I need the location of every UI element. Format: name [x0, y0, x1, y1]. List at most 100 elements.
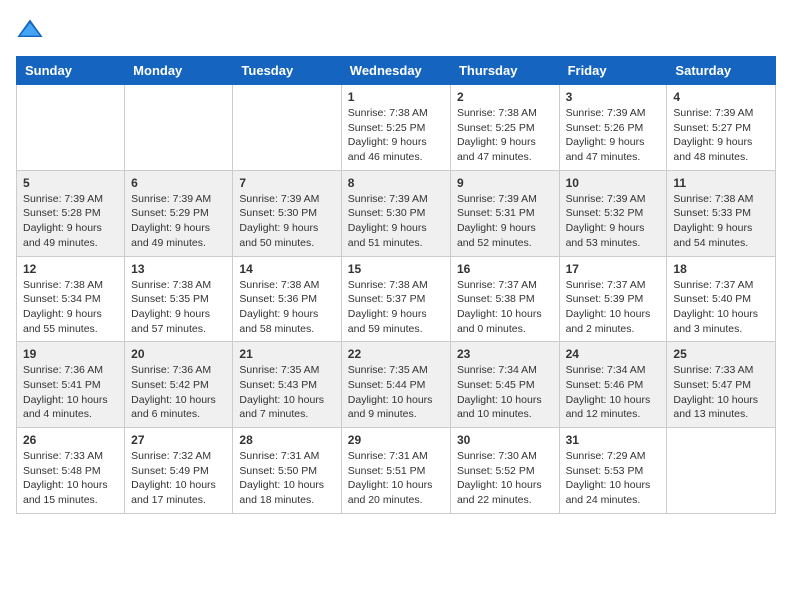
calendar-cell: 29 Sunrise: 7:31 AM Sunset: 5:51 PM Dayli…: [341, 428, 450, 514]
day-info: Sunrise: 7:35 AM Sunset: 5:43 PM Dayligh…: [239, 363, 334, 422]
day-info: Sunrise: 7:33 AM Sunset: 5:48 PM Dayligh…: [23, 449, 118, 508]
calendar-week-row: 5Sunrise: 7:39 AM Sunset: 5:28 PM Daylig…: [17, 170, 776, 256]
calendar-week-row: 19 Sunrise: 7:36 AM Sunset: 5:41 PM Dayli…: [17, 342, 776, 428]
day-number: 8: [348, 176, 444, 190]
calendar-cell: 28 Sunrise: 7:31 AM Sunset: 5:50 PM Dayli…: [233, 428, 341, 514]
day-number: 31: [566, 433, 661, 447]
calendar-cell: 13Sunrise: 7:38 AM Sunset: 5:35 PM Dayli…: [125, 256, 233, 342]
calendar-cell: 5Sunrise: 7:39 AM Sunset: 5:28 PM Daylig…: [17, 170, 125, 256]
day-info: Sunrise: 7:38 AM Sunset: 5:33 PM Dayligh…: [673, 192, 769, 251]
day-info: Sunrise: 7:36 AM Sunset: 5:41 PM Dayligh…: [23, 363, 118, 422]
day-info: Sunrise: 7:37 AM Sunset: 5:40 PM Dayligh…: [673, 278, 769, 337]
weekday-header: Saturday: [667, 57, 776, 85]
weekday-header: Monday: [125, 57, 233, 85]
calendar-cell: 21 Sunrise: 7:35 AM Sunset: 5:43 PM Dayli…: [233, 342, 341, 428]
day-info: Sunrise: 7:34 AM Sunset: 5:45 PM Dayligh…: [457, 363, 553, 422]
day-number: 21: [239, 347, 334, 361]
calendar-cell: 12Sunrise: 7:38 AM Sunset: 5:34 PM Dayli…: [17, 256, 125, 342]
day-number: 10: [566, 176, 661, 190]
calendar-cell: 24 Sunrise: 7:34 AM Sunset: 5:46 PM Dayli…: [559, 342, 667, 428]
day-info: Sunrise: 7:39 AM Sunset: 5:27 PM Dayligh…: [673, 106, 769, 165]
day-number: 13: [131, 262, 226, 276]
calendar-cell: 8 Sunrise: 7:39 AM Sunset: 5:30 PM Daylig…: [341, 170, 450, 256]
calendar-cell: 16 Sunrise: 7:37 AM Sunset: 5:38 PM Dayli…: [450, 256, 559, 342]
day-info: Sunrise: 7:35 AM Sunset: 5:44 PM Dayligh…: [348, 363, 444, 422]
calendar-cell: 6 Sunrise: 7:39 AM Sunset: 5:29 PM Daylig…: [125, 170, 233, 256]
day-info: Sunrise: 7:38 AM Sunset: 5:25 PM Dayligh…: [348, 106, 444, 165]
calendar-cell: 17 Sunrise: 7:37 AM Sunset: 5:39 PM Dayli…: [559, 256, 667, 342]
calendar-cell: 1Sunrise: 7:38 AM Sunset: 5:25 PM Daylig…: [341, 85, 450, 171]
day-number: 30: [457, 433, 553, 447]
day-number: 18: [673, 262, 769, 276]
day-info: Sunrise: 7:38 AM Sunset: 5:25 PM Dayligh…: [457, 106, 553, 165]
calendar-cell: 22 Sunrise: 7:35 AM Sunset: 5:44 PM Dayli…: [341, 342, 450, 428]
calendar-week-row: 26 Sunrise: 7:33 AM Sunset: 5:48 PM Dayli…: [17, 428, 776, 514]
calendar-cell: 4 Sunrise: 7:39 AM Sunset: 5:27 PM Daylig…: [667, 85, 776, 171]
day-info: Sunrise: 7:39 AM Sunset: 5:29 PM Dayligh…: [131, 192, 226, 251]
day-number: 26: [23, 433, 118, 447]
calendar-cell: 9 Sunrise: 7:39 AM Sunset: 5:31 PM Daylig…: [450, 170, 559, 256]
calendar-week-row: 1Sunrise: 7:38 AM Sunset: 5:25 PM Daylig…: [17, 85, 776, 171]
day-number: 22: [348, 347, 444, 361]
calendar-cell: [667, 428, 776, 514]
day-number: 7: [239, 176, 334, 190]
calendar-cell: 3 Sunrise: 7:39 AM Sunset: 5:26 PM Daylig…: [559, 85, 667, 171]
day-info: Sunrise: 7:39 AM Sunset: 5:30 PM Dayligh…: [239, 192, 334, 251]
day-number: 16: [457, 262, 553, 276]
day-info: Sunrise: 7:39 AM Sunset: 5:31 PM Dayligh…: [457, 192, 553, 251]
day-info: Sunrise: 7:30 AM Sunset: 5:52 PM Dayligh…: [457, 449, 553, 508]
day-number: 24: [566, 347, 661, 361]
day-info: Sunrise: 7:38 AM Sunset: 5:36 PM Dayligh…: [239, 278, 334, 337]
day-number: 27: [131, 433, 226, 447]
day-number: 6: [131, 176, 226, 190]
day-info: Sunrise: 7:31 AM Sunset: 5:50 PM Dayligh…: [239, 449, 334, 508]
day-number: 25: [673, 347, 769, 361]
weekday-header: Thursday: [450, 57, 559, 85]
calendar-cell: [233, 85, 341, 171]
day-number: 9: [457, 176, 553, 190]
day-number: 14: [239, 262, 334, 276]
day-number: 4: [673, 90, 769, 104]
day-info: Sunrise: 7:39 AM Sunset: 5:30 PM Dayligh…: [348, 192, 444, 251]
weekday-header: Sunday: [17, 57, 125, 85]
day-info: Sunrise: 7:37 AM Sunset: 5:39 PM Dayligh…: [566, 278, 661, 337]
page-header: [16, 16, 776, 44]
calendar-cell: 14 Sunrise: 7:38 AM Sunset: 5:36 PM Dayli…: [233, 256, 341, 342]
calendar-cell: 30 Sunrise: 7:30 AM Sunset: 5:52 PM Dayli…: [450, 428, 559, 514]
calendar-table: SundayMondayTuesdayWednesdayThursdayFrid…: [16, 56, 776, 514]
day-info: Sunrise: 7:34 AM Sunset: 5:46 PM Dayligh…: [566, 363, 661, 422]
day-info: Sunrise: 7:37 AM Sunset: 5:38 PM Dayligh…: [457, 278, 553, 337]
calendar-week-row: 12Sunrise: 7:38 AM Sunset: 5:34 PM Dayli…: [17, 256, 776, 342]
calendar-cell: 15 Sunrise: 7:38 AM Sunset: 5:37 PM Dayli…: [341, 256, 450, 342]
day-number: 29: [348, 433, 444, 447]
day-info: Sunrise: 7:38 AM Sunset: 5:34 PM Dayligh…: [23, 278, 118, 337]
logo: [16, 16, 48, 44]
calendar-cell: 10Sunrise: 7:39 AM Sunset: 5:32 PM Dayli…: [559, 170, 667, 256]
weekday-header: Friday: [559, 57, 667, 85]
weekday-header: Wednesday: [341, 57, 450, 85]
day-number: 28: [239, 433, 334, 447]
calendar-cell: 31Sunrise: 7:29 AM Sunset: 5:53 PM Dayli…: [559, 428, 667, 514]
calendar-cell: 2 Sunrise: 7:38 AM Sunset: 5:25 PM Daylig…: [450, 85, 559, 171]
day-number: 20: [131, 347, 226, 361]
calendar-cell: 23Sunrise: 7:34 AM Sunset: 5:45 PM Dayli…: [450, 342, 559, 428]
logo-icon: [16, 16, 44, 44]
calendar-cell: [125, 85, 233, 171]
calendar-cell: 20Sunrise: 7:36 AM Sunset: 5:42 PM Dayli…: [125, 342, 233, 428]
calendar-cell: 18 Sunrise: 7:37 AM Sunset: 5:40 PM Dayli…: [667, 256, 776, 342]
day-info: Sunrise: 7:32 AM Sunset: 5:49 PM Dayligh…: [131, 449, 226, 508]
calendar-cell: 7 Sunrise: 7:39 AM Sunset: 5:30 PM Daylig…: [233, 170, 341, 256]
day-info: Sunrise: 7:39 AM Sunset: 5:26 PM Dayligh…: [566, 106, 661, 165]
day-number: 19: [23, 347, 118, 361]
calendar-cell: 11Sunrise: 7:38 AM Sunset: 5:33 PM Dayli…: [667, 170, 776, 256]
day-info: Sunrise: 7:38 AM Sunset: 5:37 PM Dayligh…: [348, 278, 444, 337]
weekday-header: Tuesday: [233, 57, 341, 85]
day-number: 2: [457, 90, 553, 104]
day-number: 3: [566, 90, 661, 104]
day-info: Sunrise: 7:33 AM Sunset: 5:47 PM Dayligh…: [673, 363, 769, 422]
day-info: Sunrise: 7:31 AM Sunset: 5:51 PM Dayligh…: [348, 449, 444, 508]
day-number: 5: [23, 176, 118, 190]
calendar-cell: 25 Sunrise: 7:33 AM Sunset: 5:47 PM Dayli…: [667, 342, 776, 428]
day-number: 17: [566, 262, 661, 276]
day-number: 15: [348, 262, 444, 276]
